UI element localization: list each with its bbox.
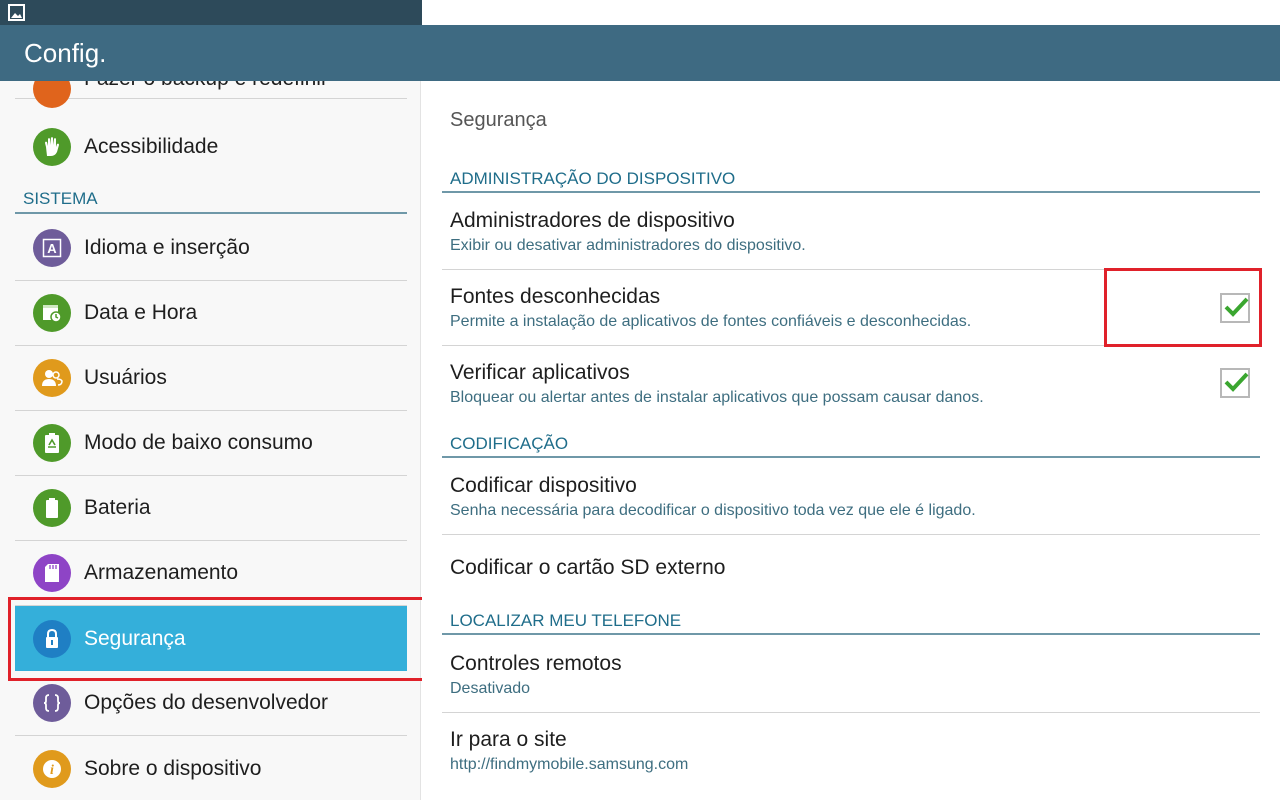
setting-title: Codificar o cartão SD externo bbox=[450, 556, 726, 579]
screenshot-notification-icon bbox=[8, 4, 25, 21]
setting-go-to-site[interactable]: Ir para o site http://findmymobile.samsu… bbox=[442, 713, 1260, 789]
clock: 23:06 bbox=[492, 0, 545, 24]
section-header-find-my-phone: LOCALIZAR MEU TELEFONE bbox=[442, 605, 1260, 635]
setting-device-administrators[interactable]: Administradores de dispositivo Exibir ou… bbox=[442, 195, 1260, 270]
setting-encrypt-device[interactable]: Codificar dispositivo Senha necessária p… bbox=[442, 460, 1260, 535]
setting-subtitle: Senha necessária para decodificar o disp… bbox=[450, 502, 976, 519]
app-title: Config. bbox=[24, 38, 107, 68]
status-bar: 23% 23:06 bbox=[0, 0, 1280, 25]
sidebar-item-power-saving[interactable]: Modo de baixo consumo bbox=[15, 411, 407, 476]
sidebar-item-language[interactable]: A Idioma e inserção bbox=[15, 216, 407, 281]
checkmark-icon bbox=[1224, 372, 1249, 392]
sidebar-item-label: Sobre o dispositivo bbox=[84, 756, 262, 780]
setting-subtitle: Permite a instalação de aplicativos de f… bbox=[450, 313, 972, 330]
setting-title: Administradores de dispositivo bbox=[450, 209, 735, 232]
setting-subtitle: Desativado bbox=[450, 680, 531, 697]
setting-title: Fontes desconhecidas bbox=[450, 285, 661, 308]
sidebar-item-label: Modo de baixo consumo bbox=[84, 431, 313, 454]
sidebar-item-label: Data e Hora bbox=[84, 301, 198, 324]
sidebar-item-label: Opções do desenvolvedor bbox=[84, 691, 328, 714]
section-header-device-admin: ADMINISTRAÇÃO DO DISPOSITIVO bbox=[442, 163, 1260, 193]
backup-reset-icon bbox=[33, 81, 71, 108]
sidebar-item-label: Fazer o backup e redefinir bbox=[84, 81, 328, 91]
sidebar-item-date-time[interactable]: Data e Hora bbox=[15, 281, 407, 346]
setting-title: Verificar aplicativos bbox=[450, 361, 630, 384]
sidebar-item-about-device[interactable]: i Sobre o dispositivo bbox=[15, 736, 407, 800]
users-icon bbox=[33, 359, 71, 397]
battery-percent: 23% bbox=[446, 4, 475, 21]
svg-text:i: i bbox=[50, 763, 54, 778]
setting-title: Controles remotos bbox=[450, 652, 622, 675]
sidebar-item-battery[interactable]: Bateria bbox=[15, 476, 407, 541]
setting-title: Ir para o site bbox=[450, 728, 567, 751]
language-icon: A bbox=[33, 229, 71, 267]
section-title: LOCALIZAR MEU TELEFONE bbox=[450, 611, 682, 630]
setting-subtitle: http://findmymobile.samsung.com bbox=[450, 756, 689, 773]
sd-card-icon bbox=[33, 554, 71, 592]
section-header-encryption: CODIFICAÇÃO bbox=[442, 428, 1260, 458]
setting-remote-controls[interactable]: Controles remotos Desativado bbox=[442, 637, 1260, 713]
info-icon: i bbox=[33, 749, 71, 788]
hand-icon bbox=[33, 127, 71, 166]
settings-sidebar[interactable]: Fazer o backup e redefinir Acessibilidad… bbox=[0, 81, 421, 800]
action-bar: Config. bbox=[0, 25, 1280, 81]
setting-subtitle: Exibir ou desativar administradores do d… bbox=[450, 237, 806, 254]
wifi-icon bbox=[423, 5, 441, 22]
sidebar-item-label: Armazenamento bbox=[84, 561, 239, 584]
section-title: ADMINISTRAÇÃO DO DISPOSITIVO bbox=[450, 169, 736, 188]
setting-encrypt-sd-card[interactable]: Codificar o cartão SD externo bbox=[442, 535, 1260, 600]
setting-title: Codificar dispositivo bbox=[450, 474, 637, 497]
braces-icon bbox=[33, 684, 71, 722]
battery-icon bbox=[33, 489, 71, 527]
security-settings-panel: Segurança ADMINISTRAÇÃO DO DISPOSITIVO A… bbox=[422, 81, 1280, 800]
sidebar-item-label: Acessibilidade bbox=[84, 134, 219, 158]
setting-verify-apps[interactable]: Verificar aplicativos Bloquear ou alerta… bbox=[442, 346, 1260, 421]
svg-text:A: A bbox=[47, 241, 57, 256]
sidebar-item-label: Idioma e inserção bbox=[84, 236, 250, 259]
page-title: Segurança bbox=[450, 109, 547, 131]
highlight-box-security bbox=[8, 597, 437, 681]
recycle-battery-icon bbox=[33, 424, 71, 462]
highlight-box-unknown-sources bbox=[1104, 268, 1262, 347]
sidebar-item-label: Usuários bbox=[84, 366, 167, 389]
sidebar-item-backup-reset[interactable]: Fazer o backup e redefinir bbox=[15, 81, 407, 108]
calendar-clock-icon bbox=[33, 294, 71, 332]
section-title: SISTEMA bbox=[23, 189, 98, 208]
sidebar-item-label: Bateria bbox=[84, 496, 151, 519]
battery-icon bbox=[478, 3, 489, 22]
verify-apps-checkbox[interactable] bbox=[1220, 368, 1250, 398]
setting-subtitle: Bloquear ou alertar antes de instalar ap… bbox=[450, 389, 984, 406]
sidebar-section-header: SISTEMA bbox=[15, 185, 407, 214]
sidebar-item-users[interactable]: Usuários bbox=[15, 346, 407, 411]
sidebar-item-accessibility[interactable]: Acessibilidade bbox=[15, 114, 407, 179]
section-title: CODIFICAÇÃO bbox=[450, 434, 569, 453]
